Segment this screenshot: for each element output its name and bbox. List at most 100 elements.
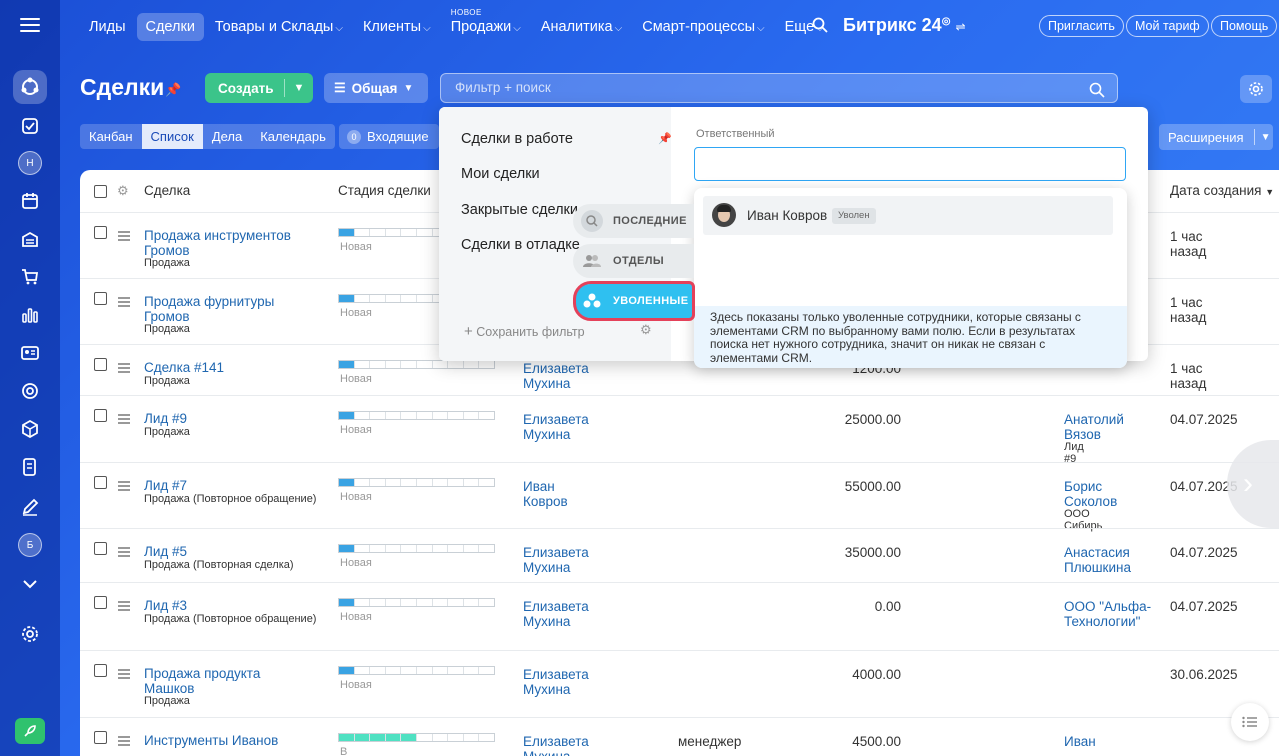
deal-link[interactable]: Лид #9: [144, 411, 314, 426]
responsible-link[interactable]: Иван Ковров: [523, 479, 568, 509]
responsible-link[interactable]: Елизавета Мухина: [523, 734, 589, 756]
stage-progress[interactable]: [338, 666, 495, 675]
nav-item-0[interactable]: Лиды: [80, 13, 135, 41]
stage-progress[interactable]: [338, 478, 495, 487]
target-icon[interactable]: [13, 374, 47, 408]
deal-link[interactable]: Лид #5: [144, 544, 314, 559]
menu-icon[interactable]: [20, 18, 40, 32]
column-header-deal[interactable]: Сделка: [144, 183, 190, 198]
contact-card-icon[interactable]: [13, 336, 47, 370]
responsible-link[interactable]: Елизавета Мухина: [523, 545, 589, 575]
stage-progress[interactable]: [338, 411, 495, 420]
row-checkbox[interactable]: [94, 542, 107, 555]
drag-handle-icon[interactable]: [118, 669, 130, 679]
tab-recent[interactable]: ПОСЛЕДНИЕ: [573, 204, 694, 238]
client-link[interactable]: Иван: [1064, 734, 1154, 749]
client-link[interactable]: Борис Соколов: [1064, 479, 1154, 509]
deal-link[interactable]: Продажа продукта Машков: [144, 666, 314, 696]
drag-handle-icon[interactable]: [118, 231, 130, 241]
deal-link[interactable]: Сделка #141: [144, 360, 314, 375]
box-icon[interactable]: [13, 412, 47, 446]
client-link[interactable]: ООО "Альфа-Технологии": [1064, 599, 1154, 629]
tasks-icon[interactable]: [13, 109, 47, 143]
row-checkbox[interactable]: [94, 409, 107, 422]
row-checkbox[interactable]: [94, 476, 107, 489]
preset-debug-deals[interactable]: Сделки в отладке: [461, 237, 580, 253]
client-link[interactable]: Анастасия Плюшкина: [1064, 545, 1154, 575]
stage-progress[interactable]: [338, 598, 495, 607]
settings-button[interactable]: [1240, 75, 1272, 103]
chevron-down-icon[interactable]: ▼: [285, 82, 313, 94]
gear-icon[interactable]: ⚙: [117, 183, 129, 199]
drag-handle-icon[interactable]: [118, 736, 130, 746]
filter-search-input[interactable]: Фильтр + поиск: [440, 73, 1118, 103]
tab-view-1[interactable]: Список: [141, 124, 203, 149]
column-header-stage[interactable]: Стадия сделки: [338, 183, 431, 198]
row-checkbox[interactable]: [94, 226, 107, 239]
stage-progress[interactable]: [338, 360, 495, 369]
drag-handle-icon[interactable]: [118, 601, 130, 611]
nav-item-1[interactable]: Сделки: [136, 12, 204, 41]
row-checkbox[interactable]: [94, 292, 107, 305]
extensions-button[interactable]: Расширения ▼: [1159, 124, 1273, 150]
row-checkbox[interactable]: [94, 596, 107, 609]
create-button[interactable]: Создать ▼: [205, 73, 313, 103]
responsible-input[interactable]: [694, 147, 1126, 181]
deal-link[interactable]: Лид #3: [144, 598, 314, 613]
stage-progress[interactable]: [338, 544, 495, 553]
preset-deals-in-progress[interactable]: Сделки в работе: [461, 131, 573, 147]
pin-icon[interactable]: 📌: [165, 82, 181, 98]
responsible-link[interactable]: Елизавета Мухина: [523, 599, 589, 629]
preset-closed-deals[interactable]: Закрытые сделки: [461, 202, 578, 218]
drag-handle-icon[interactable]: [118, 414, 130, 424]
drag-handle-icon[interactable]: [118, 481, 130, 491]
avatar[interactable]: Б: [18, 533, 42, 557]
deal-link[interactable]: Продажа фурнитуры Громов: [144, 294, 314, 324]
tariff-button[interactable]: Мой тариф: [1126, 15, 1209, 37]
search-icon[interactable]: [812, 17, 830, 35]
search-icon[interactable]: [1089, 80, 1105, 108]
nav-item-5[interactable]: Аналитика ⌵: [532, 13, 631, 41]
nav-item-6[interactable]: Смарт-процессы ⌵: [633, 13, 773, 41]
chevron-down-icon[interactable]: ▼: [1261, 132, 1271, 143]
pin-icon[interactable]: 📌: [658, 132, 672, 145]
stage-progress[interactable]: [338, 733, 495, 742]
tab-departments[interactable]: ОТДЕЛЫ: [573, 244, 694, 278]
deal-link[interactable]: Инструменты Иванов: [144, 733, 314, 748]
row-checkbox[interactable]: [94, 664, 107, 677]
warehouse-icon[interactable]: [13, 222, 47, 256]
nav-item-2[interactable]: Товары и Склады ⌵: [206, 13, 352, 41]
drag-handle-icon[interactable]: [118, 297, 130, 307]
tab-view-0[interactable]: Канбан: [80, 124, 142, 149]
drag-handle-icon[interactable]: [118, 363, 130, 373]
nav-item-4[interactable]: НОВОЕ Продажи ⌵: [442, 8, 530, 41]
tab-view-3[interactable]: Календарь: [251, 124, 335, 149]
column-header-created[interactable]: Дата создания ▼: [1170, 183, 1274, 198]
responsible-link[interactable]: Елизавета Мухина: [523, 412, 589, 442]
responsible-link[interactable]: Елизавета Мухина: [523, 667, 589, 697]
tab-view-2[interactable]: Дела: [203, 124, 251, 149]
select-all-checkbox[interactable]: [94, 185, 107, 198]
client-link[interactable]: Анатолий Вязов: [1064, 412, 1154, 442]
cart-icon[interactable]: [13, 260, 47, 294]
avatar[interactable]: Н: [18, 151, 42, 175]
chevron-down-icon[interactable]: [13, 567, 47, 601]
invite-button[interactable]: Пригласить: [1039, 15, 1124, 37]
help-button[interactable]: Помощь: [1211, 15, 1278, 37]
incoming-button[interactable]: 0 Входящие: [339, 124, 439, 149]
analytics-icon[interactable]: [13, 298, 47, 332]
list-icon[interactable]: [1231, 703, 1269, 741]
row-checkbox[interactable]: [94, 731, 107, 744]
deal-link[interactable]: Лид #7: [144, 478, 314, 493]
gear-icon[interactable]: ⚙: [640, 322, 652, 338]
category-selector[interactable]: ☰ Общая ▼: [324, 73, 428, 103]
employee-item[interactable]: Иван Ковров Уволен: [703, 196, 1113, 235]
responsible-link[interactable]: Елизавета Мухина: [523, 361, 589, 391]
deal-link[interactable]: Продажа инструментов Громов: [144, 228, 314, 258]
document-edit-icon[interactable]: [13, 450, 47, 484]
preset-my-deals[interactable]: Мои сделки: [461, 166, 540, 182]
calendar-icon[interactable]: [13, 184, 47, 218]
nav-item-3[interactable]: Клиенты ⌵: [354, 13, 440, 41]
rocket-icon[interactable]: [15, 718, 45, 744]
pen-icon[interactable]: [13, 490, 47, 524]
